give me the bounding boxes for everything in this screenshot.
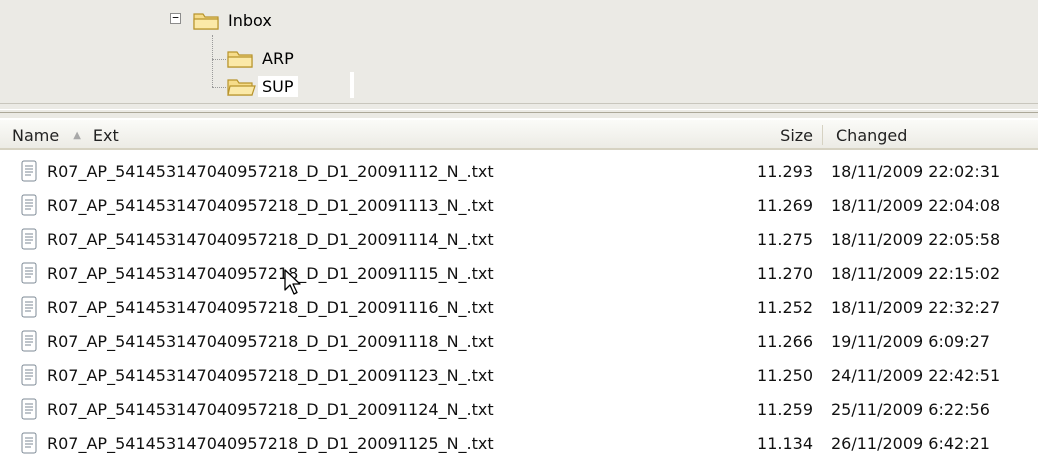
- column-header-size[interactable]: Size: [763, 126, 813, 145]
- text-caret: [350, 72, 354, 98]
- column-label: Name: [12, 126, 60, 145]
- file-name: R07_AP_541453147040957218_D_D1_20091114_…: [47, 230, 494, 249]
- tree-connector: [212, 35, 213, 87]
- file-size: 11.266: [757, 332, 813, 351]
- column-header-ext[interactable]: Ext: [93, 126, 119, 145]
- file-row[interactable]: R07_AP_541453147040957218_D_D1_20091112_…: [0, 155, 1038, 189]
- file-row[interactable]: R07_AP_541453147040957218_D_D1_20091123_…: [0, 359, 1038, 393]
- file-row[interactable]: R07_AP_541453147040957218_D_D1_20091116_…: [0, 291, 1038, 325]
- file-size: 11.250: [757, 366, 813, 385]
- folder-tree: − Inbox ARP SUP: [0, 0, 1038, 103]
- tree-item-label: ARP: [262, 48, 294, 68]
- column-header-changed[interactable]: Changed: [836, 126, 907, 145]
- mouse-cursor-icon: [284, 269, 301, 295]
- file-size: 11.293: [757, 162, 813, 181]
- file-name: R07_AP_541453147040957218_D_D1_20091115_…: [47, 264, 494, 283]
- tree-item-label: Inbox: [228, 10, 272, 30]
- tree-item-label: SUP: [258, 75, 298, 97]
- file-size: 11.270: [757, 264, 813, 283]
- tree-item-inbox[interactable]: Inbox: [192, 8, 276, 32]
- folder-open-icon: [227, 79, 256, 96]
- file-size: 11.269: [757, 196, 813, 215]
- file-name: R07_AP_541453147040957218_D_D1_20091125_…: [47, 434, 494, 453]
- file-name: R07_AP_541453147040957218_D_D1_20091113_…: [47, 196, 494, 215]
- tree-item-arp[interactable]: ARP: [226, 46, 298, 70]
- file-changed: 26/11/2009 6:42:21: [831, 434, 990, 453]
- text-file-icon: [21, 296, 37, 318]
- file-row[interactable]: R07_AP_541453147040957218_D_D1_20091118_…: [0, 325, 1038, 359]
- pane-splitter[interactable]: [0, 103, 1038, 118]
- column-divider[interactable]: [822, 125, 823, 145]
- file-list: R07_AP_541453147040957218_D_D1_20091112_…: [0, 155, 1038, 461]
- file-name: R07_AP_541453147040957218_D_D1_20091124_…: [47, 400, 494, 419]
- file-name: R07_AP_541453147040957218_D_D1_20091118_…: [47, 332, 494, 351]
- file-changed: 18/11/2009 22:32:27: [831, 298, 1001, 317]
- text-file-icon: [21, 194, 37, 216]
- file-changed: 18/11/2009 22:02:31: [831, 162, 1001, 181]
- tree-item-sup[interactable]: SUP: [226, 74, 298, 98]
- file-size: 11.252: [757, 298, 813, 317]
- file-changed: 18/11/2009 22:04:08: [831, 196, 1001, 215]
- text-file-icon: [21, 432, 37, 454]
- file-name: R07_AP_541453147040957218_D_D1_20091123_…: [47, 366, 494, 385]
- text-file-icon: [21, 330, 37, 352]
- file-changed: 18/11/2009 22:05:58: [831, 230, 1001, 249]
- folder-icon: [227, 51, 253, 68]
- collapse-toggle-icon[interactable]: −: [170, 12, 181, 24]
- file-size: 11.134: [757, 434, 813, 453]
- tree-connector: [212, 59, 226, 60]
- file-changed: 19/11/2009 6:09:27: [831, 332, 990, 351]
- tree-connector: [212, 87, 226, 88]
- text-file-icon: [21, 228, 37, 250]
- file-row[interactable]: R07_AP_541453147040957218_D_D1_20091113_…: [0, 189, 1038, 223]
- file-name: R07_AP_541453147040957218_D_D1_20091116_…: [47, 298, 494, 317]
- file-row[interactable]: R07_AP_541453147040957218_D_D1_20091125_…: [0, 427, 1038, 461]
- file-name: R07_AP_541453147040957218_D_D1_20091112_…: [47, 162, 494, 181]
- column-header-name[interactable]: Name ▲ Ext: [12, 126, 119, 145]
- text-file-icon: [21, 398, 37, 420]
- file-size: 11.275: [757, 230, 813, 249]
- file-size: 11.259: [757, 400, 813, 419]
- text-file-icon: [21, 364, 37, 386]
- sort-ascending-icon: ▲: [73, 130, 81, 141]
- text-file-icon: [21, 160, 37, 182]
- file-list-header: Name ▲ Ext Size Changed: [0, 120, 1038, 150]
- file-row[interactable]: R07_AP_541453147040957218_D_D1_20091124_…: [0, 393, 1038, 427]
- file-changed: 25/11/2009 6:22:56: [831, 400, 990, 419]
- text-file-icon: [21, 262, 37, 284]
- file-changed: 24/11/2009 22:42:51: [831, 366, 1001, 385]
- file-changed: 18/11/2009 22:15:02: [831, 264, 1001, 283]
- file-row[interactable]: R07_AP_541453147040957218_D_D1_20091115_…: [0, 257, 1038, 291]
- folder-open-icon: [193, 13, 219, 30]
- file-row[interactable]: R07_AP_541453147040957218_D_D1_20091114_…: [0, 223, 1038, 257]
